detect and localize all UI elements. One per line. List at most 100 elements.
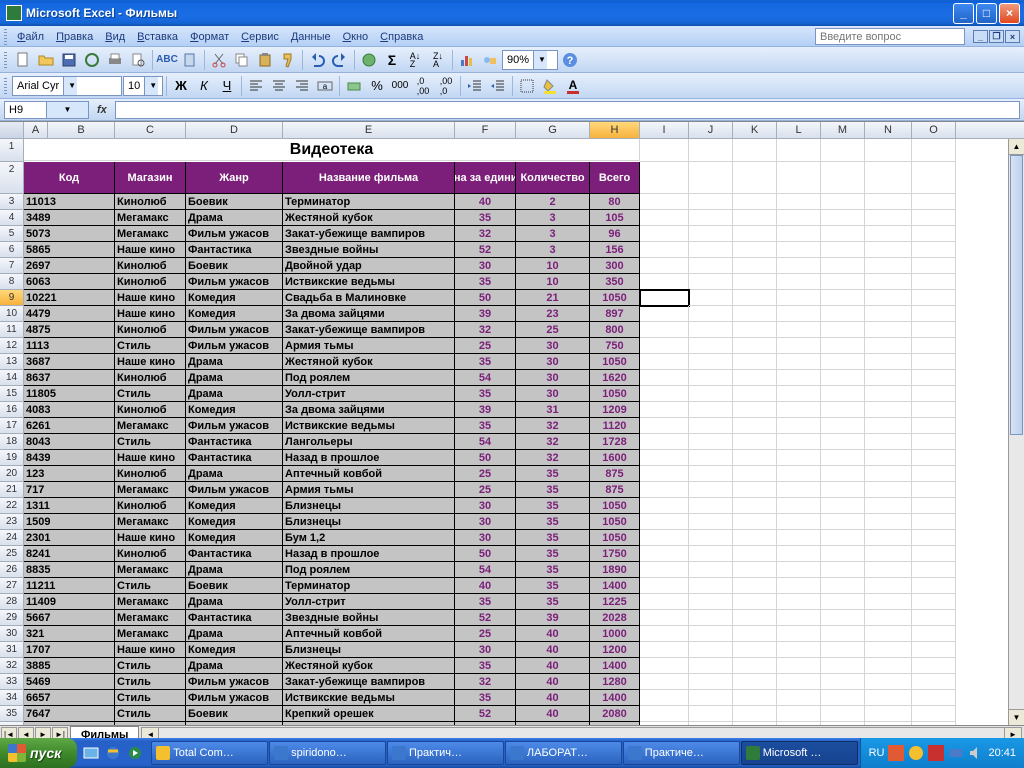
cell[interactable]: 10	[516, 258, 590, 274]
select-all-corner[interactable]	[0, 122, 24, 138]
cell[interactable]: 25	[455, 338, 516, 354]
cell[interactable]: 7647	[24, 706, 115, 722]
cell[interactable]	[777, 642, 821, 658]
cell[interactable]: Кинолюб	[115, 402, 186, 418]
row-header[interactable]: 11	[0, 322, 24, 338]
cell[interactable]	[912, 386, 956, 402]
cell[interactable]	[733, 242, 777, 258]
format-painter-icon[interactable]	[277, 49, 299, 71]
col-header-C[interactable]: C	[115, 122, 186, 138]
cell[interactable]: 31	[516, 402, 590, 418]
cell[interactable]	[640, 434, 689, 450]
taskbar-item[interactable]: spiridono…	[269, 741, 386, 765]
col-header-K[interactable]: K	[733, 122, 777, 138]
cell[interactable]: 1728	[590, 434, 640, 450]
col-header-E[interactable]: E	[283, 122, 455, 138]
cell[interactable]	[733, 274, 777, 290]
cell[interactable]: 32	[455, 226, 516, 242]
cell[interactable]: 1400	[590, 690, 640, 706]
cell[interactable]: 1600	[590, 450, 640, 466]
row-header[interactable]: 27	[0, 578, 24, 594]
taskbar-item[interactable]: Microsoft …	[741, 741, 858, 765]
drawing-icon[interactable]	[479, 49, 501, 71]
close-button[interactable]: ×	[999, 3, 1020, 24]
cell[interactable]	[777, 626, 821, 642]
italic-icon[interactable]: К	[193, 75, 215, 97]
cell[interactable]: 2160	[590, 722, 640, 725]
cell[interactable]: 1280	[590, 674, 640, 690]
cell[interactable]: 1225	[590, 594, 640, 610]
cell[interactable]	[865, 610, 912, 626]
cell[interactable]	[821, 626, 865, 642]
taskbar-item[interactable]: Практич…	[387, 741, 504, 765]
toolbar-handle[interactable]	[4, 29, 7, 45]
spelling-icon[interactable]: ABC	[156, 49, 178, 71]
cell[interactable]	[733, 210, 777, 226]
cell[interactable]: Стиль	[115, 434, 186, 450]
cell[interactable]	[912, 658, 956, 674]
cell[interactable]	[640, 162, 689, 194]
cell[interactable]: 25	[455, 626, 516, 642]
cell[interactable]	[733, 530, 777, 546]
cell[interactable]: Наше кино	[115, 642, 186, 658]
cell[interactable]: Мегамакс	[115, 626, 186, 642]
cell[interactable]: 11211	[24, 578, 115, 594]
cell[interactable]	[689, 562, 733, 578]
cell[interactable]	[865, 370, 912, 386]
borders-icon[interactable]	[516, 75, 538, 97]
cell[interactable]	[640, 722, 689, 725]
cell[interactable]	[912, 258, 956, 274]
cell[interactable]	[733, 674, 777, 690]
cell[interactable]	[865, 498, 912, 514]
help-search[interactable]	[815, 28, 965, 45]
cell[interactable]	[777, 338, 821, 354]
cell[interactable]	[733, 642, 777, 658]
cell[interactable]	[640, 274, 689, 290]
cell[interactable]: 30	[516, 338, 590, 354]
cell[interactable]	[777, 690, 821, 706]
cell[interactable]: 30	[516, 354, 590, 370]
row-header[interactable]: 21	[0, 482, 24, 498]
cell[interactable]	[821, 434, 865, 450]
cell[interactable]: 32	[455, 322, 516, 338]
cell[interactable]: 717	[24, 482, 115, 498]
cell[interactable]	[821, 418, 865, 434]
row-header[interactable]: 7	[0, 258, 24, 274]
cell[interactable]: Фантастика	[186, 450, 283, 466]
cell[interactable]	[689, 530, 733, 546]
menu-Сервис[interactable]: Сервис	[235, 29, 285, 45]
cell[interactable]	[865, 242, 912, 258]
cell[interactable]: 3	[516, 242, 590, 258]
cell[interactable]: 8043	[24, 434, 115, 450]
row-header[interactable]: 1	[0, 139, 24, 162]
cell[interactable]	[689, 546, 733, 562]
cell[interactable]	[733, 450, 777, 466]
cell[interactable]: Комедия	[186, 642, 283, 658]
cell[interactable]: Кинолюб	[115, 274, 186, 290]
cell[interactable]	[912, 139, 956, 162]
increase-indent-icon[interactable]	[487, 75, 509, 97]
cell[interactable]	[912, 338, 956, 354]
show-desktop-icon[interactable]	[81, 742, 101, 764]
cell[interactable]	[689, 226, 733, 242]
cell[interactable]: 8835	[24, 562, 115, 578]
cell[interactable]	[865, 258, 912, 274]
cell[interactable]: 1707	[24, 642, 115, 658]
zoom-dropdown[interactable]: 90%▼	[502, 50, 558, 70]
cell[interactable]	[640, 210, 689, 226]
cell[interactable]	[689, 626, 733, 642]
cell[interactable]	[689, 322, 733, 338]
cell[interactable]: 9231	[24, 722, 115, 725]
cell[interactable]: 350	[590, 274, 640, 290]
cell[interactable]	[865, 306, 912, 322]
cell[interactable]: Закат-убежище вампиров	[283, 322, 455, 338]
doc-close-button[interactable]: ×	[1005, 30, 1020, 43]
cell[interactable]	[912, 546, 956, 562]
cell[interactable]	[689, 674, 733, 690]
cell[interactable]	[777, 226, 821, 242]
cell[interactable]: 35	[455, 690, 516, 706]
cell[interactable]: Боевик	[186, 194, 283, 210]
cell[interactable]	[777, 482, 821, 498]
cell[interactable]	[777, 722, 821, 725]
cell[interactable]: 35	[455, 658, 516, 674]
